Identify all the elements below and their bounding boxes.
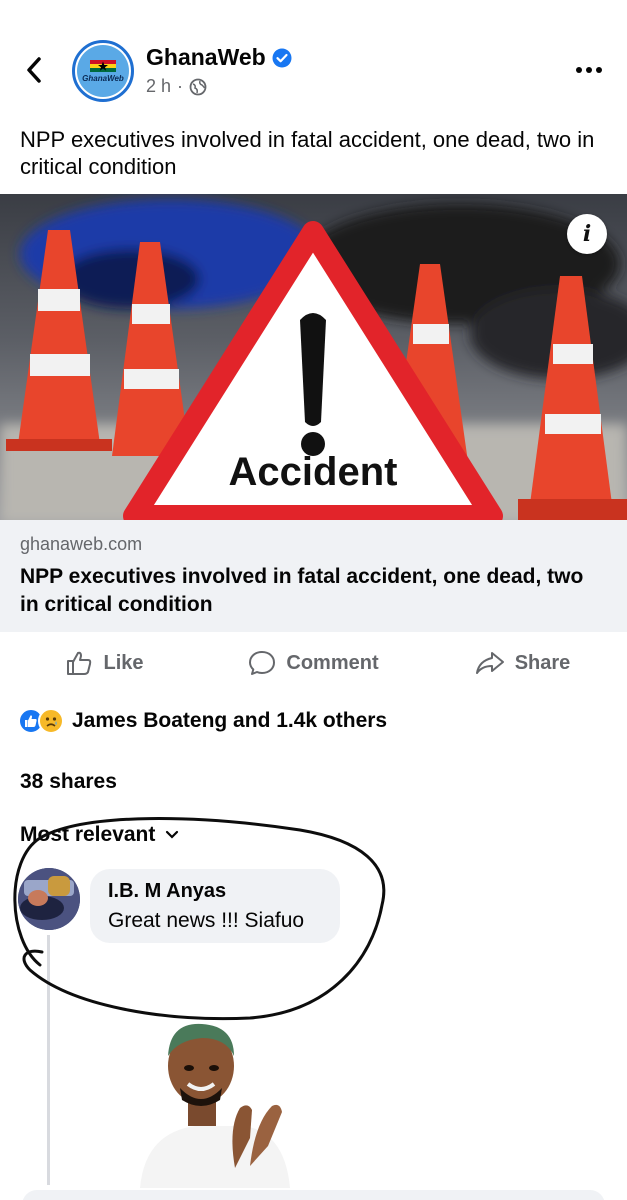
more-options-button[interactable] xyxy=(573,58,605,82)
page-name[interactable]: GhanaWeb xyxy=(146,44,266,71)
post-text: NPP executives involved in fatal acciden… xyxy=(20,127,595,179)
link-preview-image[interactable]: Accident i xyxy=(0,194,627,520)
back-arrow-icon xyxy=(27,57,41,83)
sort-label: Most relevant xyxy=(20,823,156,846)
share-label: Share xyxy=(514,651,571,674)
star-logo-icon xyxy=(90,59,116,72)
sign-text: Accident xyxy=(228,450,398,494)
clapping-avatar-sticker xyxy=(140,1018,310,1188)
like-button[interactable]: Like xyxy=(0,640,209,686)
globe-icon xyxy=(189,78,207,95)
share-arrow-icon xyxy=(475,652,504,674)
comment-sort-dropdown[interactable]: Most relevant xyxy=(20,823,179,847)
info-button[interactable]: i xyxy=(567,214,607,254)
reactions-summary[interactable]: James Boateng and 1.4k others xyxy=(18,708,387,734)
verified-badge-icon xyxy=(272,48,292,67)
shares-count[interactable]: 38 shares xyxy=(20,770,117,794)
meta-separator: · xyxy=(177,76,184,96)
page-avatar[interactable]: GhanaWeb xyxy=(72,40,134,102)
reactions-text: James Boateng and 1.4k others xyxy=(72,709,388,732)
share-button[interactable]: Share xyxy=(418,640,627,686)
comment-bubble-icon xyxy=(249,651,276,675)
comment-bubble[interactable]: I.B. M Anyas Great news !!! Siafuo xyxy=(90,869,340,943)
like-thumb-icon xyxy=(67,651,92,675)
like-label: Like xyxy=(103,651,144,674)
write-comment-bar[interactable] xyxy=(22,1190,605,1200)
link-title: NPP executives involved in fatal acciden… xyxy=(20,565,584,616)
back-button[interactable] xyxy=(18,52,50,88)
comment-label: Comment xyxy=(286,651,379,674)
page-name-row[interactable]: GhanaWeb xyxy=(146,44,292,71)
chevron-down-icon xyxy=(166,830,179,839)
link-meta[interactable]: ghanaweb.com NPP executives involved in … xyxy=(0,520,627,632)
link-domain: ghanaweb.com xyxy=(20,534,143,554)
post-meta: 2 h · xyxy=(146,76,207,97)
post-header: GhanaWeb GhanaWeb 2 h · xyxy=(0,0,627,120)
comment-button[interactable]: Comment xyxy=(209,640,418,686)
reaction-icons xyxy=(18,708,64,734)
comment-author[interactable]: I.B. M Anyas xyxy=(108,880,322,903)
sad-reaction-icon xyxy=(38,708,64,734)
more-options-icon xyxy=(576,67,602,73)
avatar-logo-text: GhanaWeb xyxy=(82,73,124,83)
avatar-photo xyxy=(18,868,80,930)
ghanaweb-logo: GhanaWeb xyxy=(77,45,129,97)
link-preview-card[interactable]: Accident i ghanaweb.com NPP executives i… xyxy=(0,194,627,632)
action-bar: Like Comment Share xyxy=(0,640,627,686)
post-time[interactable]: 2 h xyxy=(146,76,171,97)
comment-text: Great news !!! Siafuo xyxy=(108,909,305,932)
commenter-avatar[interactable] xyxy=(18,868,80,930)
info-icon: i xyxy=(582,221,592,247)
comment-thread-line xyxy=(47,935,50,1185)
